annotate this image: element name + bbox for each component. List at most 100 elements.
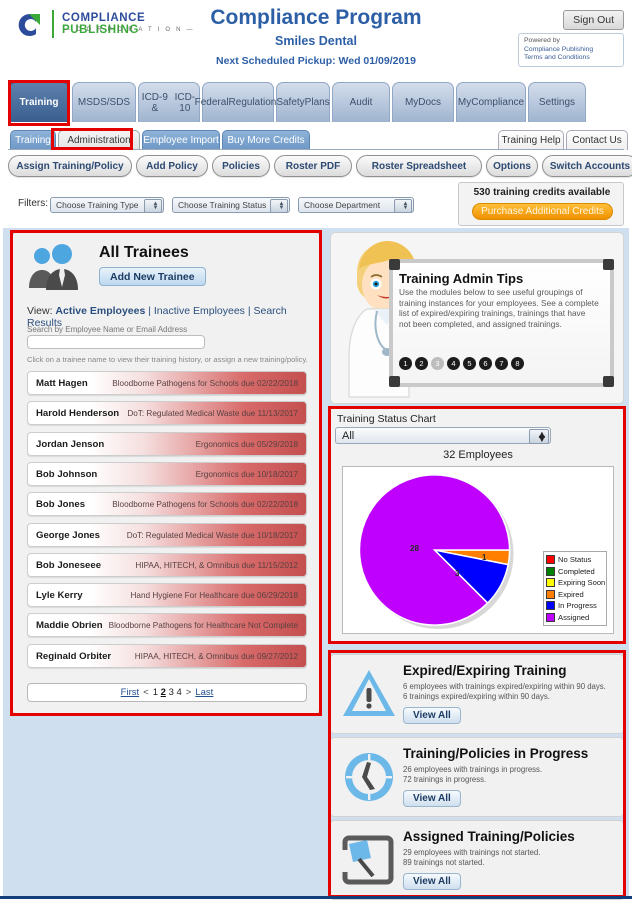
main-tab-icd-9-icd-10[interactable]: ICD-9 & ICD-10 <box>138 82 200 122</box>
tips-dot-1[interactable]: 1 <box>399 357 412 370</box>
legend-item-in-progress: In Progress <box>546 600 604 612</box>
tips-dot-2[interactable]: 2 <box>415 357 428 370</box>
trainee-row[interactable]: Reginald Orbiter HIPAA, HITECH, & Omnibus… <box>27 643 307 668</box>
action-button-assign-training-policy[interactable]: Assign Training/Policy <box>8 155 132 177</box>
credits-count-text: 530 training credits available <box>473 187 611 198</box>
terms-link[interactable]: Terms and Conditions <box>524 54 618 63</box>
pagination-first[interactable]: First <box>121 687 139 698</box>
module-title: Assigned Training/Policies <box>403 829 575 844</box>
view-all-button[interactable]: View All <box>403 873 461 890</box>
trainee-name[interactable]: Matt Hagen <box>36 378 88 389</box>
chart-filter-select[interactable]: All ▲ ▼ <box>335 427 551 444</box>
chart-label: Training Status Chart <box>337 413 436 425</box>
tips-dot-4[interactable]: 4 <box>447 357 460 370</box>
trainee-name[interactable]: Reginald Orbiter <box>36 651 111 662</box>
tips-dot-7[interactable]: 7 <box>495 357 508 370</box>
tips-dot-8[interactable]: 8 <box>511 357 524 370</box>
sign-out-button[interactable]: Sign Out <box>563 10 624 30</box>
main-tab-mydocs[interactable]: MyDocs <box>392 82 454 122</box>
main-tab-federal-regulations[interactable]: Federal Regulations <box>195 82 281 122</box>
legend-label: In Progress <box>558 601 597 611</box>
trainee-name[interactable]: Bob Joneseee <box>36 560 101 571</box>
main-tab-label: ICD-9 & <box>141 91 168 114</box>
trainee-training-detail: Bloodborne Pathogens for Schools due 02/… <box>112 500 298 510</box>
sub-tab-training[interactable]: Training <box>10 130 56 150</box>
sub-tab-administration[interactable]: Administration <box>58 130 140 150</box>
trainee-row[interactable]: George Jones DoT: Regulated Medical Waste… <box>27 522 307 547</box>
filter-select-value: Choose Department <box>304 200 381 210</box>
credits-box: 530 training credits available Purchase … <box>458 182 624 226</box>
action-button-switch-accounts[interactable]: Switch Accounts <box>542 155 632 177</box>
module-title: Expired/Expiring Training <box>403 663 567 678</box>
add-new-trainee-button[interactable]: Add New Trainee <box>99 267 206 286</box>
board-corner-tr <box>603 259 614 270</box>
main-tab-my-compliance[interactable]: My Compliance <box>456 82 526 122</box>
trainee-row[interactable]: Bob Jones Bloodborne Pathogens for School… <box>27 492 307 517</box>
trainee-row[interactable]: Harold Henderson DoT: Regulated Medical W… <box>27 401 307 426</box>
main-tab-safety-plans[interactable]: Safety Plans <box>276 82 330 122</box>
trainee-row[interactable]: Lyle Kerry Hand Hygiene For Healthcare du… <box>27 583 307 608</box>
trainee-name[interactable]: Bob Jones <box>36 499 85 510</box>
pagination[interactable]: First < 1 2 3 4 > Last <box>27 683 307 702</box>
trainee-training-detail: Hand Hygiene For Healthcare due 06/29/20… <box>130 591 299 601</box>
pagination-next[interactable]: > <box>186 687 192 698</box>
trainee-name[interactable]: Lyle Kerry <box>36 590 83 601</box>
pagination-page-1[interactable]: 1 <box>153 687 158 698</box>
trainee-training-detail: DoT: Regulated Medical Waste due 10/18/2… <box>126 530 298 540</box>
trainee-name[interactable]: George Jones <box>36 530 100 541</box>
main-tab-training[interactable]: Training <box>8 82 70 122</box>
action-button-roster-pdf[interactable]: Roster PDF <box>274 155 352 177</box>
pagination-last[interactable]: Last <box>195 687 213 698</box>
tips-body: Use the modules below to see useful grou… <box>399 287 599 329</box>
action-button-options[interactable]: Options <box>486 155 538 177</box>
trainees-title: All Trainees <box>99 244 189 261</box>
tips-dot-6[interactable]: 6 <box>479 357 492 370</box>
action-button-roster-spreadsheet[interactable]: Roster Spreadsheet <box>356 155 482 177</box>
trainee-training-detail: Ergonomics due 10/18/2017 <box>195 469 298 479</box>
pagination-page-4[interactable]: 4 <box>177 687 182 698</box>
main-tab-label: Compliance <box>471 97 525 108</box>
filter-select-3[interactable]: Choose Department ▲ ▼ <box>298 197 414 213</box>
view-active-employees-link[interactable]: Active Employees <box>55 305 145 317</box>
filter-select-2[interactable]: Choose Training Status ▲ ▼ <box>172 197 290 213</box>
pagination-page-3[interactable]: 3 <box>169 687 174 698</box>
pagination-prev[interactable]: < <box>143 687 149 698</box>
trainee-row[interactable]: Bob Johnson Ergonomics due 10/18/2017 <box>27 461 307 486</box>
main-tab-msds-sds[interactable]: MSDS/SDS <box>72 82 136 122</box>
action-button-policies[interactable]: Policies <box>212 155 270 177</box>
legend-swatch <box>546 612 555 622</box>
view-all-button[interactable]: View All <box>403 790 461 807</box>
view-inactive-employees-link[interactable]: Inactive Employees <box>154 305 245 317</box>
tips-pagination-dots[interactable]: 12345678 <box>399 357 524 370</box>
help-tab-contact-us[interactable]: Contact Us <box>566 130 628 150</box>
pagination-page-2[interactable]: 2 <box>161 687 166 698</box>
clock-icon <box>341 749 397 805</box>
trainee-name[interactable]: Maddie Obrien <box>36 620 103 631</box>
trainee-name[interactable]: Bob Johnson <box>36 469 97 480</box>
search-field-label: Search by Employee Name or Email Address <box>27 325 188 334</box>
training-admin-tips-panel: Training Admin Tips Use the modules belo… <box>330 232 624 404</box>
sub-tab-employee-import[interactable]: Employee Import <box>142 130 220 150</box>
tips-dot-5[interactable]: 5 <box>463 357 476 370</box>
trainee-row[interactable]: Matt Hagen Bloodborne Pathogens for Schoo… <box>27 371 307 395</box>
page-bottom-border <box>0 896 632 899</box>
sub-tab-buy-more-credits[interactable]: Buy More Credits <box>222 130 310 150</box>
pagination-numbers[interactable]: 1 2 3 4 <box>153 687 182 698</box>
main-tab-label: Settings <box>538 97 576 108</box>
search-input[interactable] <box>27 335 205 349</box>
trainee-row[interactable]: Jordan Jenson Ergonomics due 05/29/2018 <box>27 431 307 456</box>
view-all-button[interactable]: View All <box>403 707 461 724</box>
trainee-row[interactable]: Bob Joneseee HIPAA, HITECH, & Omnibus due… <box>27 552 307 577</box>
board-corner-tl <box>389 259 400 270</box>
tips-dot-3[interactable]: 3 <box>431 357 444 370</box>
action-button-add-policy[interactable]: Add Policy <box>136 155 208 177</box>
trainee-name[interactable]: Jordan Jenson <box>36 439 104 450</box>
help-tab-training-help[interactable]: Training Help <box>498 130 564 150</box>
trainee-name[interactable]: Harold Henderson <box>36 408 119 419</box>
main-tab-audit[interactable]: Audit <box>332 82 390 122</box>
main-tab-settings[interactable]: Settings <box>528 82 586 122</box>
filter-select-1[interactable]: Choose Training Type ▲ ▼ <box>50 197 164 213</box>
module-card-expired-expiring-training: Expired/Expiring Training 6 employees wit… <box>330 654 624 734</box>
purchase-credits-button[interactable]: Purchase Additional Credits <box>472 203 613 220</box>
trainee-row[interactable]: Maddie Obrien Bloodborne Pathogens for He… <box>27 613 307 638</box>
